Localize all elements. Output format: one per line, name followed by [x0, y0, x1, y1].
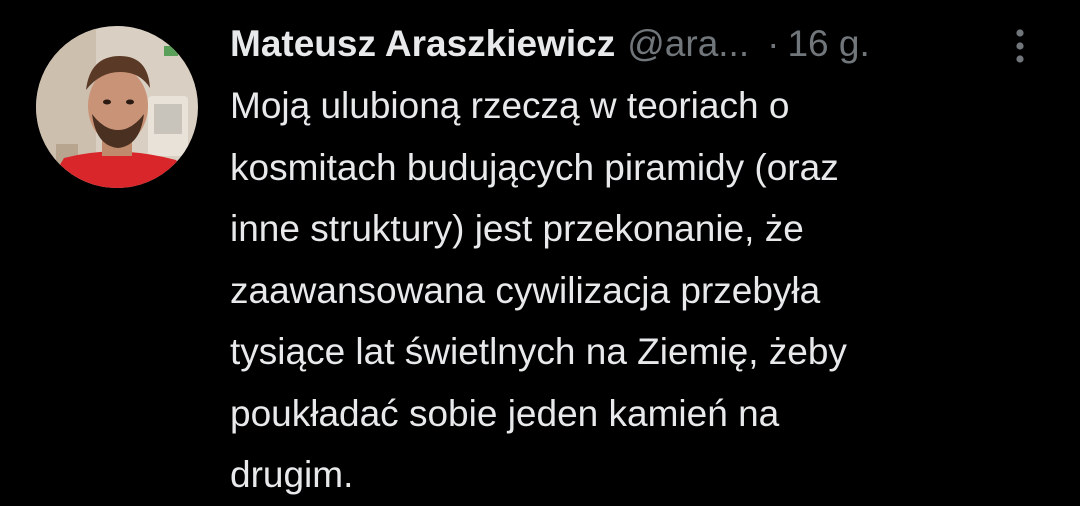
tweet-timestamp[interactable]: 16 g.: [787, 22, 869, 66]
author-handle[interactable]: @ara...: [627, 22, 749, 66]
tweet-header: Mateusz Araszkiewicz @ara... · 16 g.: [230, 22, 870, 66]
separator-dot: ·: [767, 23, 780, 64]
avatar-photo: [36, 26, 198, 188]
more-options-icon[interactable]: [1006, 26, 1034, 66]
tweet-text: Moją ulubioną rzeczą w teoriach o kosmit…: [230, 85, 847, 495]
avatar[interactable]: [36, 26, 198, 188]
tweet[interactable]: Mateusz Araszkiewicz @ara... · 16 g. Moj…: [0, 0, 1080, 504]
author-name[interactable]: Mateusz Araszkiewicz: [230, 22, 615, 66]
